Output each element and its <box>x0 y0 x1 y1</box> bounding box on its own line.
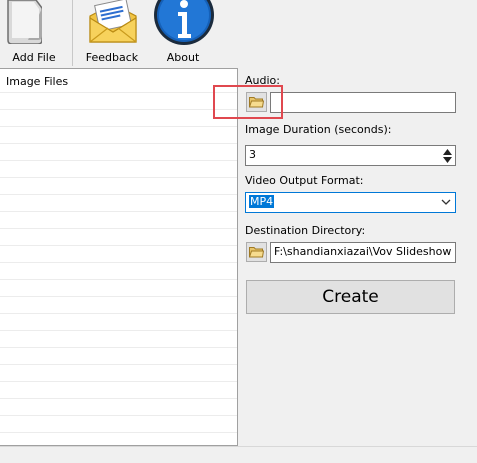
video-output-format-label: Video Output Format: <box>245 174 364 187</box>
envelope-icon <box>89 0 137 43</box>
list-row-divider <box>0 126 237 127</box>
image-files-list[interactable]: Image Files <box>0 68 238 446</box>
list-row-divider <box>0 330 237 331</box>
annotation-highlight-box <box>213 85 283 119</box>
add-file-button[interactable]: Add File <box>0 0 68 66</box>
list-row-divider <box>0 313 237 314</box>
about-label: About <box>166 51 200 64</box>
list-row-divider <box>0 432 237 433</box>
video-format-select[interactable]: MP4 <box>245 192 456 213</box>
image-duration-stepper[interactable]: 3 <box>245 145 456 166</box>
destination-directory-label: Destination Directory: <box>245 224 366 237</box>
feedback-button[interactable]: Feedback <box>78 0 146 66</box>
list-row-divider <box>0 109 237 110</box>
list-row-divider <box>0 245 237 246</box>
chevron-down-icon <box>441 199 451 205</box>
list-row-divider <box>0 381 237 382</box>
destination-browse-button[interactable] <box>246 242 267 262</box>
list-row-divider <box>0 143 237 144</box>
document-icon <box>7 0 42 44</box>
list-row-divider <box>0 279 237 280</box>
list-row-divider <box>0 228 237 229</box>
status-bar <box>0 446 477 463</box>
info-icon <box>154 0 214 45</box>
list-row-divider <box>0 160 237 161</box>
audio-path-field[interactable] <box>270 92 456 113</box>
feedback-label: Feedback <box>85 51 139 64</box>
list-row-divider <box>0 415 237 416</box>
list-row-divider <box>0 347 237 348</box>
image-duration-label: Image Duration (seconds): <box>245 123 392 136</box>
list-row-divider <box>0 262 237 263</box>
list-row-divider <box>0 194 237 195</box>
spin-up-icon[interactable] <box>442 148 453 156</box>
image-duration-value: 3 <box>249 148 256 161</box>
list-row-divider <box>0 296 237 297</box>
toolbar-separator <box>72 0 73 66</box>
image-files-header: Image Files <box>6 75 69 88</box>
about-button[interactable]: About <box>150 0 216 66</box>
destination-path-field[interactable]: F:\shandianxiazai\Vov Slideshow Crea <box>270 242 456 263</box>
video-format-selected: MP4 <box>249 195 275 208</box>
add-file-label: Add File <box>12 51 56 64</box>
folder-icon <box>249 247 264 258</box>
list-row-divider <box>0 92 237 93</box>
list-row-divider <box>0 398 237 399</box>
list-row-divider <box>0 364 237 365</box>
create-button[interactable]: Create <box>246 280 455 314</box>
list-row-divider <box>0 177 237 178</box>
spin-down-icon[interactable] <box>442 156 453 164</box>
list-row-divider <box>0 211 237 212</box>
